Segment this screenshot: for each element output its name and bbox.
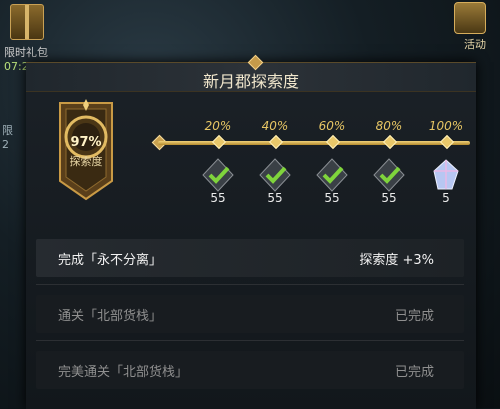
milestone-percent: 100% bbox=[428, 119, 464, 133]
milestone-marker bbox=[268, 134, 284, 150]
claimed-reward-icon[interactable] bbox=[200, 157, 236, 193]
task-row[interactable]: 完成「永不分离」 探索度 +3% bbox=[36, 239, 464, 277]
crystal-reward-icon[interactable] bbox=[428, 157, 464, 193]
left-partial-label: 限 bbox=[2, 124, 13, 137]
task-name: 完成「永不分离」 bbox=[58, 253, 163, 268]
task-row[interactable]: 完美通关「北部货栈」 已完成 bbox=[36, 351, 464, 389]
reward-count: 55 bbox=[324, 191, 340, 205]
task-name: 通关「北部货栈」 bbox=[58, 309, 163, 324]
claimed-reward-icon[interactable] bbox=[371, 157, 407, 193]
progress-track bbox=[158, 141, 470, 145]
task-status: 已完成 bbox=[394, 309, 434, 324]
title-bar: 新月郡探索度 bbox=[26, 54, 476, 92]
row-divider bbox=[36, 340, 464, 341]
gift-box-icon[interactable] bbox=[10, 4, 44, 40]
exploration-panel: 新月郡探索度 97% 探索度 20% 40% 60% 80% 100% 55 5… bbox=[26, 54, 476, 409]
milestone-percent: 40% bbox=[261, 119, 289, 133]
reward-count: 55 bbox=[381, 191, 397, 205]
milestone-percent: 20% bbox=[204, 119, 232, 133]
reward-count: 55 bbox=[267, 191, 283, 205]
milestone-percent: 60% bbox=[318, 119, 346, 133]
claimed-reward-icon[interactable] bbox=[314, 157, 350, 193]
left-partial-widget: 限 2 bbox=[2, 122, 13, 151]
milestone-marker bbox=[382, 134, 398, 150]
task-status: 已完成 bbox=[394, 365, 434, 380]
task-row[interactable]: 通关「北部货栈」 已完成 bbox=[36, 295, 464, 333]
task-name: 完美通关「北部货栈」 bbox=[58, 365, 189, 380]
left-partial-number: 2 bbox=[2, 138, 9, 151]
reward-count: 55 bbox=[210, 191, 226, 205]
milestone-marker bbox=[211, 134, 227, 150]
task-status: 探索度 +3% bbox=[359, 253, 434, 268]
activity-gift-icon[interactable] bbox=[454, 2, 486, 34]
row-divider bbox=[36, 284, 464, 285]
claimed-reward-icon[interactable] bbox=[257, 157, 293, 193]
badge-label: 探索度 bbox=[69, 155, 103, 168]
reward-count: 5 bbox=[442, 191, 450, 205]
milestone-marker bbox=[439, 134, 455, 150]
limited-gift-label: 限时礼包 bbox=[4, 46, 48, 59]
milestone-marker bbox=[325, 134, 341, 150]
activity-label: 活动 bbox=[464, 38, 486, 51]
milestone-percent: 80% bbox=[375, 119, 403, 133]
panel-title: 新月郡探索度 bbox=[202, 72, 299, 91]
badge-percent: 97% bbox=[70, 135, 102, 150]
